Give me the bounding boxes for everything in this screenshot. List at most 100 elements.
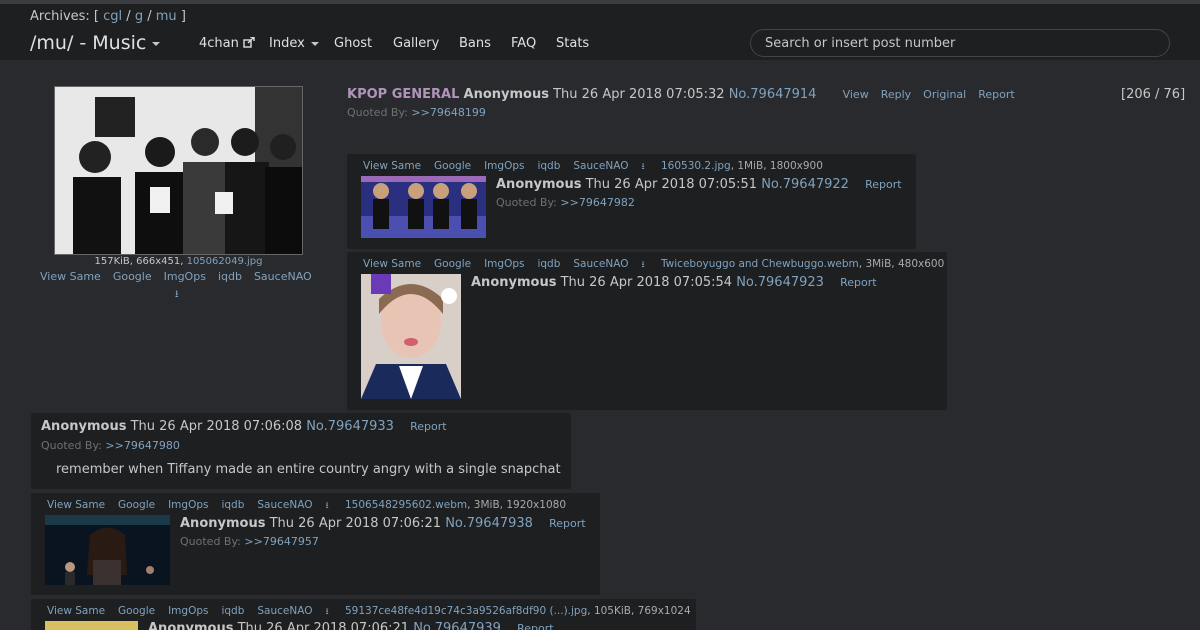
external-link-icon: [243, 36, 255, 48]
iqdb-link[interactable]: iqdb: [221, 605, 244, 617]
file-link[interactable]: Twiceboyuggo and Chewbuggo.webm: [661, 258, 859, 270]
quoted-by-link[interactable]: >>79647957: [244, 535, 318, 548]
view-same-link[interactable]: View Same: [363, 258, 421, 270]
post-thumbnail[interactable]: [361, 176, 486, 238]
google-link[interactable]: Google: [113, 270, 152, 283]
op-file-link[interactable]: 105062049.jpg: [187, 256, 263, 267]
quoted-by-link[interactable]: >>79647980: [105, 439, 179, 452]
nav-index-dropdown[interactable]: Index: [269, 36, 319, 51]
op-image-tools: View Same Google ImgOps iqdb SauceNAO: [40, 270, 324, 283]
nav-ghost[interactable]: Ghost: [334, 36, 372, 51]
nav-4chan[interactable]: 4chan: [199, 36, 255, 51]
post-subject: KPOP GENERAL: [347, 87, 460, 102]
report-link[interactable]: Report: [410, 420, 446, 433]
report-link[interactable]: Report: [517, 622, 553, 630]
post-number-link[interactable]: No.79647923: [736, 275, 824, 290]
post-number-link[interactable]: No.79647939: [413, 621, 501, 630]
reply-post: View Same Google ImgOps iqdb SauceNAO ⭳ 16053…: [347, 154, 916, 249]
imgops-link[interactable]: ImgOps: [484, 160, 524, 172]
post-number-link[interactable]: No.79647922: [761, 177, 849, 192]
post-date: Thu 26 Apr 2018 07:05:32: [553, 87, 725, 102]
archives-label: Archives: [: [30, 9, 99, 24]
post-date: Thu 26 Apr 2018 07:06:21: [237, 621, 410, 630]
post-date: Thu 26 Apr 2018 07:06:21: [269, 516, 442, 531]
iqdb-link[interactable]: iqdb: [218, 270, 242, 283]
nav-gallery[interactable]: Gallery: [393, 36, 439, 51]
thumbnail-image: [361, 274, 461, 399]
reply-link[interactable]: Reply: [881, 88, 911, 101]
download-icon[interactable]: ⭳: [326, 604, 329, 620]
imgops-link[interactable]: ImgOps: [484, 258, 524, 270]
google-link[interactable]: Google: [434, 160, 471, 172]
view-same-link[interactable]: View Same: [363, 160, 421, 172]
post-header: Anonymous Thu 26 Apr 2018 07:06:08 No.79…: [41, 419, 447, 434]
saucenao-link[interactable]: SauceNAO: [257, 499, 312, 511]
google-link[interactable]: Google: [118, 499, 155, 511]
post-number-link[interactable]: No.79647914: [729, 87, 817, 102]
google-link[interactable]: Google: [118, 605, 155, 617]
poster-name: Anonymous: [41, 419, 127, 434]
download-icon[interactable]: ⭳: [642, 257, 645, 273]
post-number-link[interactable]: No.79647938: [445, 516, 533, 531]
thumbnail-image: [361, 176, 486, 238]
nav-stats[interactable]: Stats: [556, 36, 589, 51]
post-message: remember when Tiffany made an entire cou…: [56, 462, 561, 477]
board-title-dropdown[interactable]: /mu/ - Music: [30, 32, 161, 54]
saucenao-link[interactable]: SauceNAO: [254, 270, 312, 283]
download-icon[interactable]: ⭳: [175, 287, 179, 304]
imgops-link[interactable]: ImgOps: [164, 270, 206, 283]
quoted-by-link[interactable]: >>79647982: [560, 196, 634, 209]
nav-bans[interactable]: Bans: [459, 36, 491, 51]
search-input[interactable]: [750, 29, 1170, 57]
imgops-link[interactable]: ImgOps: [168, 499, 208, 511]
chevron-down-icon: [152, 41, 161, 46]
reply-post: Anonymous Thu 26 Apr 2018 07:06:08 No.79…: [31, 413, 571, 489]
archive-link-g[interactable]: g: [135, 9, 143, 24]
reply-post: View Same Google ImgOps iqdb SauceNAO ⭳ 59137…: [31, 599, 696, 630]
file-link[interactable]: 59137ce48fe4d19c74c3a9526af8df90 (...).j…: [345, 605, 587, 617]
quoted-by: Quoted By: >>79647957: [180, 535, 319, 548]
poster-name: Anonymous: [180, 516, 266, 531]
report-link[interactable]: Report: [865, 178, 901, 191]
post-thumbnail[interactable]: [45, 515, 170, 585]
nav-faq[interactable]: FAQ: [511, 36, 536, 51]
iqdb-link[interactable]: iqdb: [221, 499, 244, 511]
reply-post: View Same Google ImgOps iqdb SauceNAO ⭳ Twice…: [347, 252, 947, 410]
post-date: Thu 26 Apr 2018 07:05:54: [560, 275, 733, 290]
iqdb-link[interactable]: iqdb: [537, 258, 560, 270]
report-link[interactable]: Report: [840, 276, 876, 289]
post-header: Anonymous Thu 26 Apr 2018 07:06:21 No.79…: [180, 516, 586, 531]
download-icon[interactable]: ⭳: [642, 159, 645, 175]
archive-link-mu[interactable]: mu: [156, 9, 177, 24]
post-number-link[interactable]: No.79647933: [306, 419, 394, 434]
report-link[interactable]: Report: [549, 517, 585, 530]
view-same-link[interactable]: View Same: [40, 270, 101, 283]
file-link[interactable]: 160530.2.jpg: [661, 160, 731, 172]
file-link[interactable]: 1506548295602.webm: [345, 499, 467, 511]
op-thumbnail[interactable]: [54, 86, 303, 255]
archive-link-cgl[interactable]: cgl: [103, 9, 122, 24]
post-thumbnail[interactable]: [361, 274, 461, 399]
chevron-down-icon: [310, 41, 319, 46]
post-header: Anonymous Thu 26 Apr 2018 07:05:51 No.79…: [496, 177, 902, 192]
saucenao-link[interactable]: SauceNAO: [573, 160, 628, 172]
download-icon[interactable]: ⭳: [326, 498, 329, 514]
report-link[interactable]: Report: [978, 88, 1014, 101]
thumbnail-image: [45, 515, 170, 585]
top-navbar: Archives: [ cgl / g / mu ] /mu/ - Music …: [0, 0, 1200, 60]
saucenao-link[interactable]: SauceNAO: [257, 605, 312, 617]
op-thumbnail-image: [55, 87, 302, 254]
view-same-link[interactable]: View Same: [47, 605, 105, 617]
saucenao-link[interactable]: SauceNAO: [573, 258, 628, 270]
google-link[interactable]: Google: [434, 258, 471, 270]
post-thumbnail[interactable]: [45, 621, 138, 630]
original-link[interactable]: Original: [923, 88, 966, 101]
view-same-link[interactable]: View Same: [47, 499, 105, 511]
quoted-by-link[interactable]: >>79648199: [411, 106, 485, 119]
quoted-by: Quoted By: >>79647980: [41, 439, 180, 452]
imgops-link[interactable]: ImgOps: [168, 605, 208, 617]
post-date: Thu 26 Apr 2018 07:06:08: [130, 419, 303, 434]
iqdb-link[interactable]: iqdb: [537, 160, 560, 172]
post-date: Thu 26 Apr 2018 07:05:51: [585, 177, 758, 192]
view-link[interactable]: View: [843, 88, 869, 101]
